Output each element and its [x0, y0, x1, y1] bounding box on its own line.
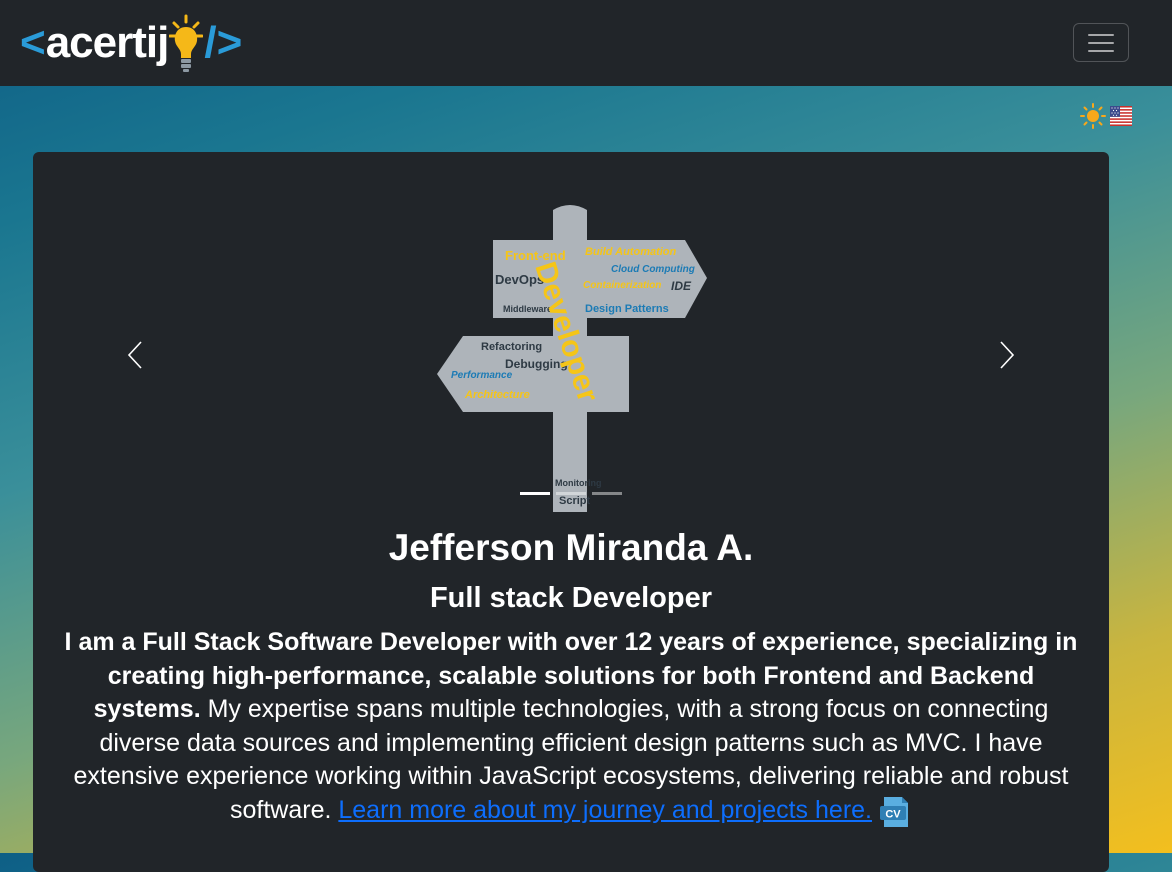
- carousel-indicator-1[interactable]: [520, 492, 550, 495]
- lightbulb-icon: [168, 14, 204, 72]
- svg-text:Monitoring: Monitoring: [555, 478, 602, 488]
- profile-description: I am a Full Stack Software Developer wit…: [57, 626, 1085, 828]
- us-flag-icon[interactable]: [1110, 106, 1132, 126]
- svg-text:Build Automation: Build Automation: [585, 246, 677, 258]
- svg-text:Containerization: Containerization: [583, 280, 661, 291]
- cv-icon[interactable]: CV: [878, 794, 912, 828]
- navbar-toggler-button[interactable]: [1073, 23, 1129, 62]
- utility-bar: [1080, 103, 1132, 129]
- profile-card: Front-end Build Automation Cloud Computi…: [33, 152, 1109, 872]
- profile-name: Jefferson Miranda A.: [388, 527, 754, 568]
- svg-text:Refactoring: Refactoring: [481, 341, 542, 353]
- brand-open-bracket: <: [20, 18, 46, 67]
- navbar: < acertij />: [0, 0, 1172, 86]
- brand-logo[interactable]: < acertij />: [20, 14, 242, 72]
- svg-text:Design Patterns: Design Patterns: [585, 303, 669, 315]
- svg-text:Architecture: Architecture: [464, 389, 530, 401]
- carousel-prev-button[interactable]: [115, 332, 155, 382]
- svg-text:CV: CV: [885, 809, 901, 821]
- svg-text:Performance: Performance: [451, 370, 513, 381]
- carousel-indicators: [520, 492, 622, 495]
- journey-link[interactable]: Learn more about my journey and projects…: [338, 796, 872, 824]
- svg-text:Script: Script: [559, 495, 591, 507]
- profile-role: Full stack Developer: [429, 582, 713, 614]
- brand-close-bracket: />: [204, 18, 243, 67]
- brand-name: acertij: [45, 18, 170, 67]
- svg-text:IDE: IDE: [671, 279, 692, 293]
- chevron-right-icon: [999, 340, 1015, 375]
- carousel-indicator-2[interactable]: [556, 492, 586, 495]
- chevron-left-icon: [127, 340, 143, 375]
- svg-text:Cloud Computing: Cloud Computing: [611, 264, 695, 275]
- carousel-slide-image: Front-end Build Automation Cloud Computi…: [435, 200, 709, 512]
- carousel-next-button[interactable]: [987, 332, 1027, 382]
- sun-icon[interactable]: [1080, 103, 1106, 129]
- carousel-indicator-3[interactable]: [592, 492, 622, 495]
